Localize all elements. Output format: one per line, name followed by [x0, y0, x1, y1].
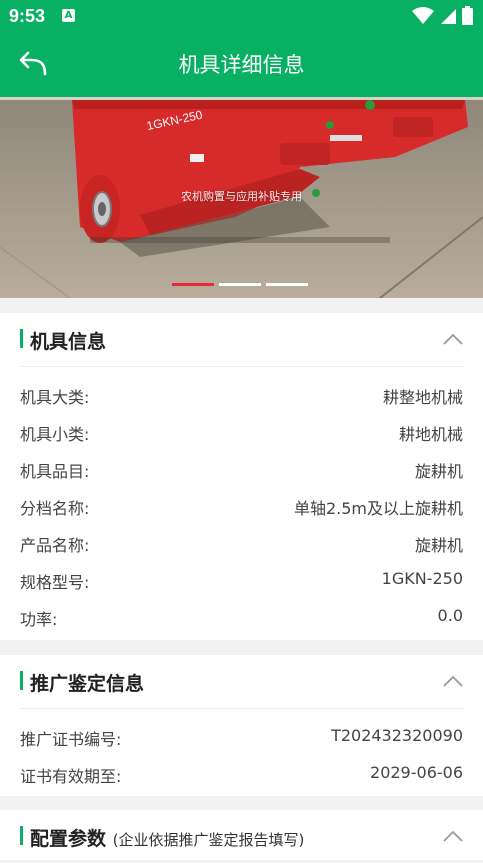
info-row: 规格型号: 1GKN-250 [20, 560, 463, 597]
row-label: 证书有效期至: [20, 767, 122, 786]
row-label: 分档名称: [20, 499, 90, 518]
row-value: 单轴2.5m及以上旋耕机 [293, 499, 463, 518]
info-row: 机具小类: 耕地机械 [20, 412, 463, 449]
row-value: 2029-06-06 [370, 763, 463, 782]
row-value: 1GKN-250 [381, 569, 463, 588]
chevron-up-icon[interactable] [443, 333, 463, 345]
info-row: 分档名称: 单轴2.5m及以上旋耕机 [20, 486, 463, 523]
info-row: 产品名称: 旋耕机 [20, 523, 463, 560]
info-row: 功率: 0.0 [20, 597, 463, 634]
chevron-up-icon[interactable] [443, 675, 463, 687]
row-label: 功率: [20, 610, 58, 629]
row-value: 耕地机械 [398, 425, 463, 444]
row-label: 产品名称: [20, 536, 90, 555]
row-value: 旋耕机 [414, 462, 463, 481]
section-subtitle: (企业依据推广鉴定报告填写) [112, 831, 305, 849]
section-title: 机具信息 [30, 331, 107, 353]
row-label: 推广证书编号: [20, 730, 122, 749]
section-accent [20, 826, 23, 845]
row-value: 耕整地机械 [382, 388, 463, 407]
status-bar: 9:53 A [0, 0, 483, 33]
row-label: 机具大类: [20, 388, 90, 407]
section-machine-info: 机具信息 机具大类: 耕整地机械 机具小类: 耕地机械 机具品目: 旋耕机 分档名称:… [0, 313, 483, 640]
info-row: 机具大类: 耕整地机械 [20, 375, 463, 412]
chevron-up-icon[interactable] [443, 830, 463, 842]
app-bar: 机具详细信息 [0, 33, 483, 97]
status-time: 9:53 [9, 6, 46, 26]
carousel-dot[interactable] [266, 283, 308, 286]
row-value: T202432320090 [331, 726, 463, 745]
section-title-text: 配置参数 [30, 828, 107, 850]
section-accent [20, 329, 23, 348]
row-value: 旋耕机 [414, 536, 463, 555]
wifi-icon [412, 6, 434, 24]
page-title: 机具详细信息 [178, 53, 305, 77]
battery-icon [462, 6, 473, 25]
section-header[interactable]: 推广鉴定信息 [20, 655, 463, 709]
status-icons [412, 6, 473, 25]
info-row: 证书有效期至: 2029-06-06 [20, 754, 463, 791]
section-certification-info: 推广鉴定信息 推广证书编号: T202432320090 证书有效期至: 2029-… [0, 655, 483, 796]
info-row: 推广证书编号: T202432320090 [20, 717, 463, 754]
section-header[interactable]: 机具信息 [20, 313, 463, 367]
row-label: 机具小类: [20, 425, 90, 444]
row-label: 规格型号: [20, 573, 90, 592]
section-config-params: 配置参数 (企业依据推广鉴定报告填写) [0, 810, 483, 860]
row-label: 机具品目: [20, 462, 90, 481]
section-title: 推广鉴定信息 [30, 673, 145, 695]
carousel-dot-active[interactable] [172, 283, 214, 286]
section-header[interactable]: 配置参数 (企业依据推广鉴定报告填写) [20, 810, 463, 863]
image-carousel[interactable]: 1GKN-250 农机购置与应用补贴专用 [0, 97, 483, 298]
signal-icon [441, 8, 456, 24]
notification-icon: A [62, 9, 75, 22]
banner-caption: 农机购置与应用补贴专用 [181, 190, 302, 203]
info-row: 机具品目: 旋耕机 [20, 449, 463, 486]
carousel-dot[interactable] [219, 283, 261, 286]
section-title: 配置参数 (企业依据推广鉴定报告填写) [30, 824, 304, 851]
carousel-indicator [172, 283, 308, 286]
row-value: 0.0 [437, 606, 463, 625]
section-accent [20, 671, 23, 690]
